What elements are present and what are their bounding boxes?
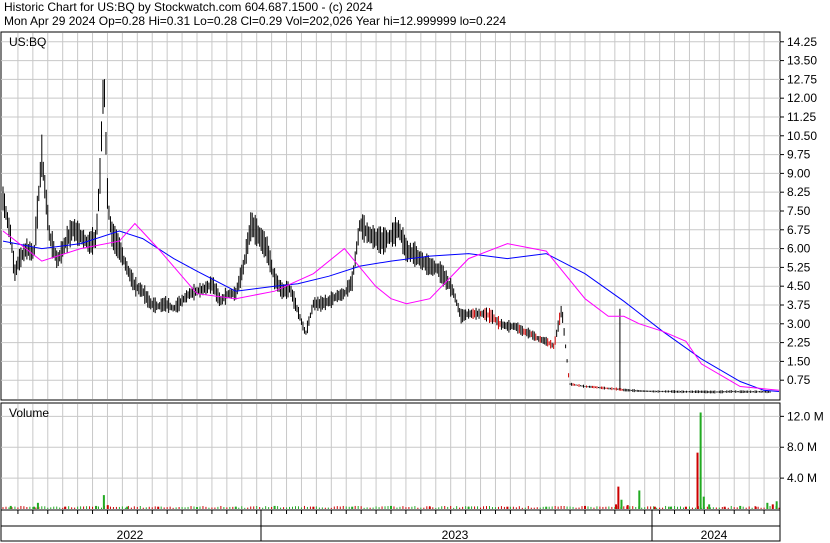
price-tick-label: 10.50: [787, 129, 817, 143]
volume-bar: [351, 506, 354, 509]
volume-tick-label: 4.0 M: [787, 471, 817, 485]
volume-bar: [626, 505, 629, 509]
year-label: 2024: [701, 528, 728, 542]
volume-bar: [620, 499, 623, 509]
volume-bar: [775, 501, 778, 509]
volume-bar: [234, 506, 237, 509]
volume-bar: [126, 506, 129, 509]
price-y-axis: 14.25 13.50 12.75 12.00 11.25 10.50 9.75 9.00 8.…: [780, 35, 817, 387]
volume-bar: [33, 506, 36, 509]
price-tick-label: 8.25: [787, 185, 811, 199]
volume-tick-label: 12.0 M: [787, 409, 824, 423]
price-tick-label: 12.75: [787, 72, 817, 86]
price-tick-label: 9.75: [787, 148, 811, 162]
volume-bar: [312, 506, 315, 509]
price-tick-label: 3.00: [787, 317, 811, 331]
volume-bar: [696, 452, 699, 509]
volume-bar: [428, 506, 431, 509]
volume-bar: [702, 496, 705, 509]
stock-chart-window: Historic Chart for US:BQ by Stockwatch.c…: [0, 0, 830, 543]
price-tick-label: 4.50: [787, 279, 811, 293]
volume-bar: [669, 506, 672, 509]
price-tick-label: 9.00: [787, 166, 811, 180]
volume-bar: [684, 506, 687, 509]
volume-bar: [739, 505, 742, 509]
volume-bar: [157, 506, 160, 509]
price-tick-label: 11.25: [787, 110, 816, 124]
volume-bar: [766, 502, 769, 509]
price-tick-label: 6.00: [787, 242, 811, 256]
price-tick-label: 0.75: [787, 373, 811, 387]
price-tick-label: 7.50: [787, 204, 811, 218]
price-tick-label: 1.50: [787, 354, 811, 368]
volume-bar: [545, 506, 548, 509]
volume-bar: [390, 505, 392, 509]
volume-bar: [723, 506, 726, 509]
volume-bar: [638, 490, 641, 509]
volume-bar: [64, 506, 67, 509]
price-panel: 14.25 13.50 12.75 12.00 11.25 10.50 9.75 9.00 8.…: [0, 31, 817, 401]
volume-bar: [708, 504, 711, 509]
volume-bar: [617, 486, 620, 509]
volume-bar: [9, 505, 12, 509]
volume-tick-label: 8.0 M: [787, 440, 817, 454]
x-axis: 2022 2023 2024: [0, 509, 781, 542]
volume-bar: [106, 505, 109, 509]
price-panel-title: US:BQ: [9, 35, 46, 49]
volume-panel-title: Volume: [9, 406, 49, 420]
chart-canvas: 14.25 13.50 12.75 12.00 11.25 10.50 9.75 9.00 8.…: [0, 31, 824, 542]
price-tick-label: 2.25: [787, 336, 811, 350]
volume-bar: [771, 504, 774, 509]
price-tick-label: 3.75: [787, 298, 811, 312]
volume-bar: [653, 506, 656, 509]
volume-bar: [102, 495, 105, 509]
year-label: 2022: [117, 528, 144, 542]
volume-bar: [699, 412, 702, 509]
volume-y-axis: 12.0 M 8.0 M 4.0 M: [780, 409, 824, 485]
volume-bar: [754, 506, 757, 509]
year-label: 2023: [442, 528, 469, 542]
volume-bar: [95, 505, 98, 509]
volume-panel: 12.0 M 8.0 M 4.0 M Volume: [0, 402, 824, 511]
price-tick-label: 6.75: [787, 223, 811, 237]
volume-bar: [467, 506, 470, 509]
volume-bar: [196, 507, 198, 509]
volume-bar: [584, 505, 586, 509]
volume-bar: [273, 505, 276, 509]
price-tick-label: 12.00: [787, 91, 817, 105]
price-tick-label: 14.25: [787, 35, 817, 49]
price-tick-label: 13.50: [787, 54, 817, 68]
volume-bar: [506, 506, 509, 509]
price-tick-label: 5.25: [787, 260, 811, 274]
volume-bar: [36, 502, 39, 509]
volume-bar: [615, 504, 618, 509]
